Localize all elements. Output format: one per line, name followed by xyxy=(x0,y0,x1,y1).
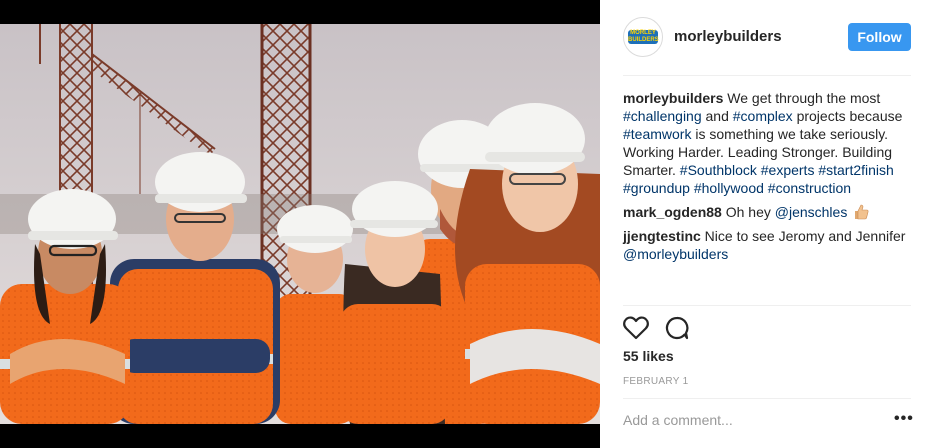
hashtag-link[interactable]: #start2finish xyxy=(818,162,893,178)
hashtag-link[interactable]: #Southblock xyxy=(680,162,757,178)
comment-bubble-icon[interactable] xyxy=(665,316,689,340)
comment-user[interactable]: mark_ogden88 xyxy=(623,204,722,220)
comments-list: morleybuilders We get through the most #… xyxy=(623,89,913,269)
caption-text: projects because xyxy=(792,108,903,124)
more-options-icon[interactable]: ••• xyxy=(894,411,914,427)
account-handle[interactable]: morleybuilders xyxy=(674,28,782,45)
caption-text: We get through the most xyxy=(723,90,881,106)
hashtag-link[interactable]: #complex xyxy=(733,108,793,124)
hashtag-link[interactable]: #hollywood xyxy=(694,180,764,196)
likes-count[interactable]: 55 likes xyxy=(623,348,674,364)
caption-text: and xyxy=(701,108,733,124)
post-details-panel: MORLEY BUILDERS morleybuilders Follow mor… xyxy=(600,0,933,448)
post-header: MORLEY BUILDERS morleybuilders Follow xyxy=(623,13,911,60)
avatar[interactable]: MORLEY BUILDERS xyxy=(623,16,663,57)
post-date[interactable]: FEBRUARY 1 xyxy=(623,376,688,387)
comment-text: Nice to see Jeromy and Jennifer xyxy=(700,228,906,244)
hashtag-link[interactable]: #teamwork xyxy=(623,126,691,142)
post-actions xyxy=(623,316,689,342)
comment-item: mark_ogden88 Oh hey @jenschles xyxy=(623,203,913,221)
hashtag-link[interactable]: #groundup xyxy=(623,180,690,196)
caption: morleybuilders We get through the most #… xyxy=(623,89,913,197)
post-photo-panel xyxy=(0,0,600,448)
caption-text: is something we take seriously. xyxy=(691,126,889,142)
hashtag-link[interactable]: #challenging xyxy=(623,108,702,124)
comment-user[interactable]: jjengtestinc xyxy=(623,228,701,244)
comment-item: jjengtestinc Nice to see Jeromy and Jenn… xyxy=(623,227,913,263)
comment-text: Oh hey xyxy=(721,204,775,220)
comment-mention[interactable]: @jenschles xyxy=(775,204,848,220)
actions-divider xyxy=(623,305,911,306)
heart-icon[interactable] xyxy=(623,316,649,340)
post-photo[interactable] xyxy=(0,24,600,424)
hashtag-link[interactable]: #experts xyxy=(761,162,815,178)
header-divider xyxy=(623,75,911,76)
comment-box-divider xyxy=(623,398,911,399)
follow-button[interactable]: Follow xyxy=(848,23,911,51)
hashtag-link[interactable]: #construction xyxy=(768,180,851,196)
add-comment-input[interactable] xyxy=(623,412,863,428)
comment-mention[interactable]: @morleybuilders xyxy=(623,246,728,262)
caption-user[interactable]: morleybuilders xyxy=(623,90,723,106)
worker-5 xyxy=(340,181,450,424)
thumbs-up-icon xyxy=(855,204,869,220)
morley-builders-logo-icon: MORLEY BUILDERS xyxy=(628,29,659,44)
